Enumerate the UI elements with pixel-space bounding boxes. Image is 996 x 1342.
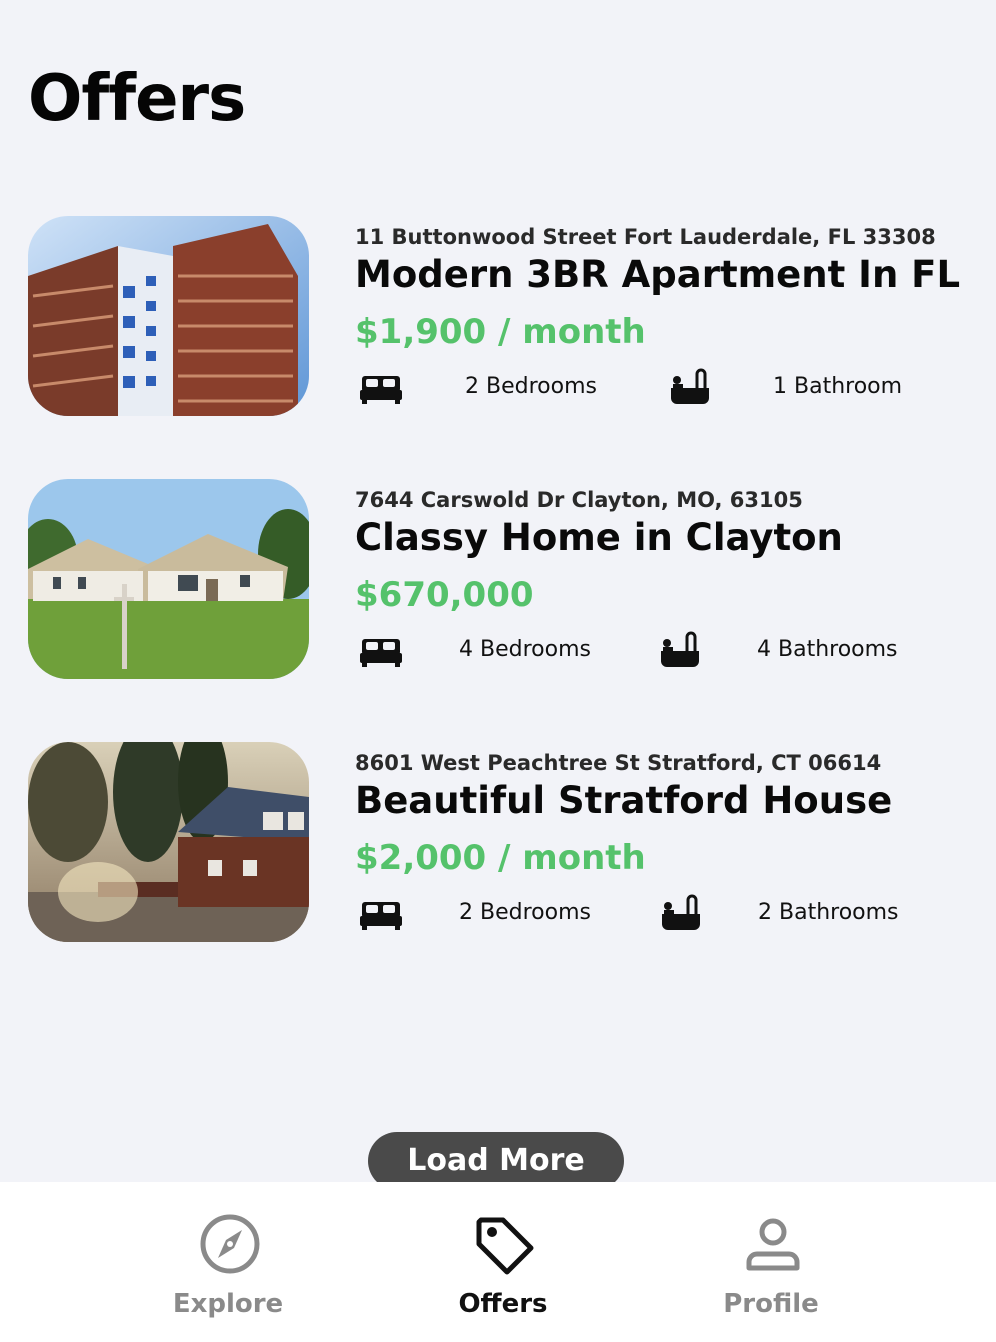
listing-features: 2 Bedrooms 2 Bathrooms (355, 892, 968, 936)
listing-address: 11 Buttonwood Street Fort Lauderdale, FL… (355, 225, 936, 249)
tab-label: Profile (723, 1289, 819, 1319)
listing-title[interactable]: Modern 3BR Apartment In FL (355, 252, 968, 298)
page-title: Offers (28, 62, 246, 136)
listing-price: $1,900 / month (355, 312, 646, 352)
tab-offers[interactable]: Offers (383, 1182, 623, 1342)
bottom-tab-bar: Explore Offers Profile (0, 1182, 996, 1342)
suburban-house-lawn-photo (28, 479, 309, 679)
listing-photo[interactable] (28, 742, 309, 942)
bedrooms-count: 2 Bedrooms (459, 900, 591, 925)
listing-price: $670,000 (355, 575, 534, 615)
bathtub-icon (658, 892, 702, 936)
listing-title[interactable]: Beautiful Stratford House (355, 778, 968, 824)
tab-profile[interactable]: Profile (651, 1182, 891, 1342)
tab-label: Offers (458, 1289, 548, 1319)
tab-label: Explore (172, 1289, 284, 1319)
person-icon (741, 1210, 805, 1280)
listing-card[interactable]: 7644 Carswold Dr Clayton, MO, 63105 Clas… (28, 479, 968, 679)
compass-icon (198, 1210, 262, 1280)
tag-icon (473, 1210, 537, 1280)
bed-icon (359, 892, 403, 936)
bathrooms-count: 2 Bathrooms (758, 900, 899, 925)
listing-address: 7644 Carswold Dr Clayton, MO, 63105 (355, 488, 803, 512)
listing-features: 4 Bedrooms 4 Bathrooms (355, 629, 968, 673)
listing-price: $2,000 / month (355, 838, 646, 878)
listing-card[interactable]: 8601 West Peachtree St Stratford, CT 066… (28, 742, 968, 942)
bathrooms-count: 1 Bathroom (773, 374, 903, 399)
bedrooms-count: 2 Bedrooms (465, 374, 597, 399)
bathrooms-count: 4 Bathrooms (757, 637, 898, 662)
bed-icon (359, 629, 403, 673)
house-in-trees-photo (28, 742, 309, 942)
listing-photo[interactable] (28, 216, 309, 416)
bathtub-icon (657, 629, 701, 673)
bedrooms-count: 4 Bedrooms (459, 637, 591, 662)
listing-photo[interactable] (28, 479, 309, 679)
listing-features: 2 Bedrooms 1 Bathroom (355, 366, 968, 410)
bed-icon (359, 366, 403, 410)
apartment-tower-photo (28, 216, 309, 416)
listing-title[interactable]: Classy Home in Clayton (355, 515, 968, 561)
listing-address: 8601 West Peachtree St Stratford, CT 066… (355, 751, 882, 775)
bathtub-icon (667, 366, 711, 410)
tab-explore[interactable]: Explore (108, 1182, 348, 1342)
listing-card[interactable]: 11 Buttonwood Street Fort Lauderdale, FL… (28, 216, 968, 416)
